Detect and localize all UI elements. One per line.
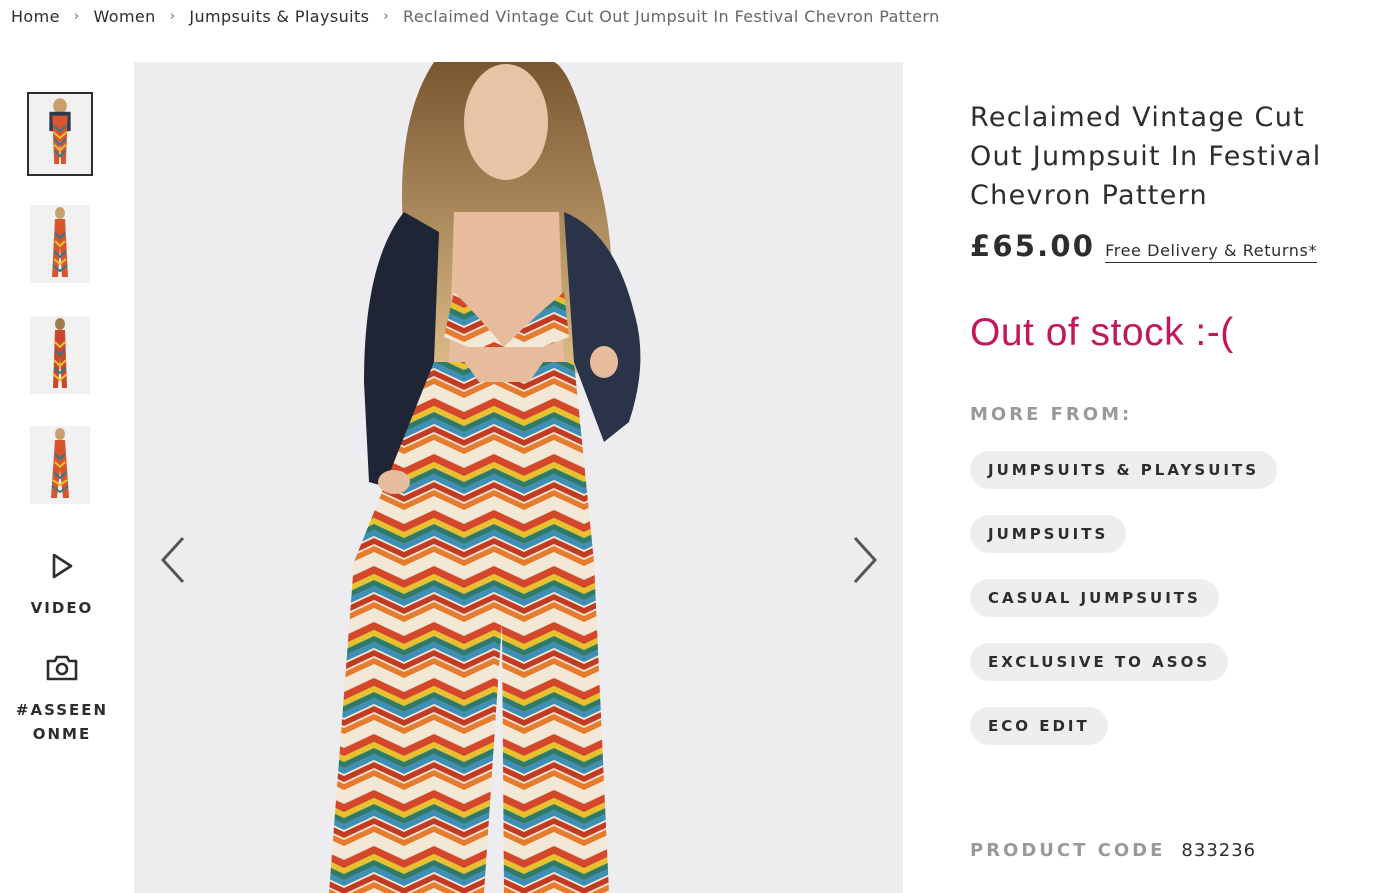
model-photo bbox=[134, 62, 903, 893]
product-code: PRODUCT CODE 833236 bbox=[970, 840, 1256, 861]
tag-exclusive-to-asos[interactable]: EXCLUSIVE TO ASOS bbox=[970, 643, 1229, 681]
model-thumbnail-image bbox=[30, 205, 90, 283]
stock-status: Out of stock :-( bbox=[970, 311, 1234, 354]
tag-casual-jumpsuits[interactable]: CASUAL JUMPSUITS bbox=[970, 579, 1219, 617]
product-page: Home › Women › Jumpsuits & Playsuits › R… bbox=[0, 0, 1385, 893]
thumbnail-2[interactable] bbox=[30, 205, 90, 283]
free-delivery-returns-link[interactable]: Free Delivery & Returns* bbox=[1105, 241, 1318, 263]
tag-jumpsuits[interactable]: JUMPSUITS bbox=[970, 515, 1127, 553]
breadcrumb-jumpsuits-playsuits[interactable]: Jumpsuits & Playsuits bbox=[189, 7, 369, 26]
breadcrumb-separator: › bbox=[383, 9, 390, 24]
tag-jumpsuits-playsuits[interactable]: JUMPSUITS & PLAYSUITS bbox=[970, 451, 1277, 489]
breadcrumb-home[interactable]: Home bbox=[11, 7, 60, 26]
breadcrumb-women[interactable]: Women bbox=[93, 7, 155, 26]
product-title: Reclaimed Vintage Cut Out Jumpsuit In Fe… bbox=[970, 102, 1322, 211]
asseenonme-label: #ASSEENONME bbox=[15, 701, 109, 743]
camera-icon bbox=[46, 655, 78, 681]
thumbnail-4[interactable] bbox=[30, 426, 90, 504]
product-price: £65.00 bbox=[970, 229, 1096, 263]
breadcrumb-separator: › bbox=[73, 9, 80, 24]
model-thumbnail-image bbox=[31, 96, 89, 172]
more-from-heading: MORE FROM: bbox=[970, 404, 1133, 425]
product-code-label: PRODUCT CODE bbox=[970, 840, 1166, 861]
product-code-value: 833236 bbox=[1181, 840, 1257, 861]
asseenonme-button[interactable]: #ASSEENONME bbox=[10, 654, 114, 746]
more-from-tags: JUMPSUITS & PLAYSUITS JUMPSUITS CASUAL J… bbox=[970, 451, 1370, 771]
chevron-right-icon bbox=[853, 536, 878, 584]
breadcrumb: Home › Women › Jumpsuits & Playsuits › R… bbox=[11, 7, 940, 26]
video-button[interactable]: VIDEO bbox=[10, 552, 114, 620]
tag-eco-edit[interactable]: ECO EDIT bbox=[970, 707, 1108, 745]
video-label: VIDEO bbox=[30, 599, 94, 617]
product-details: Reclaimed Vintage Cut Out Jumpsuit In Fe… bbox=[970, 98, 1370, 771]
next-image-button[interactable] bbox=[843, 530, 883, 590]
play-triangle-icon bbox=[52, 553, 73, 579]
price-row: £65.00 Free Delivery & Returns* bbox=[970, 229, 1370, 263]
main-product-image bbox=[134, 62, 903, 893]
model-thumbnail-image bbox=[30, 316, 90, 394]
chevron-left-icon bbox=[160, 536, 185, 584]
breadcrumb-current: Reclaimed Vintage Cut Out Jumpsuit In Fe… bbox=[403, 7, 940, 26]
thumbnail-1[interactable] bbox=[27, 92, 93, 176]
previous-image-button[interactable] bbox=[155, 530, 195, 590]
breadcrumb-separator: › bbox=[169, 9, 176, 24]
model-thumbnail-image bbox=[30, 426, 90, 504]
thumbnail-3[interactable] bbox=[30, 316, 90, 394]
